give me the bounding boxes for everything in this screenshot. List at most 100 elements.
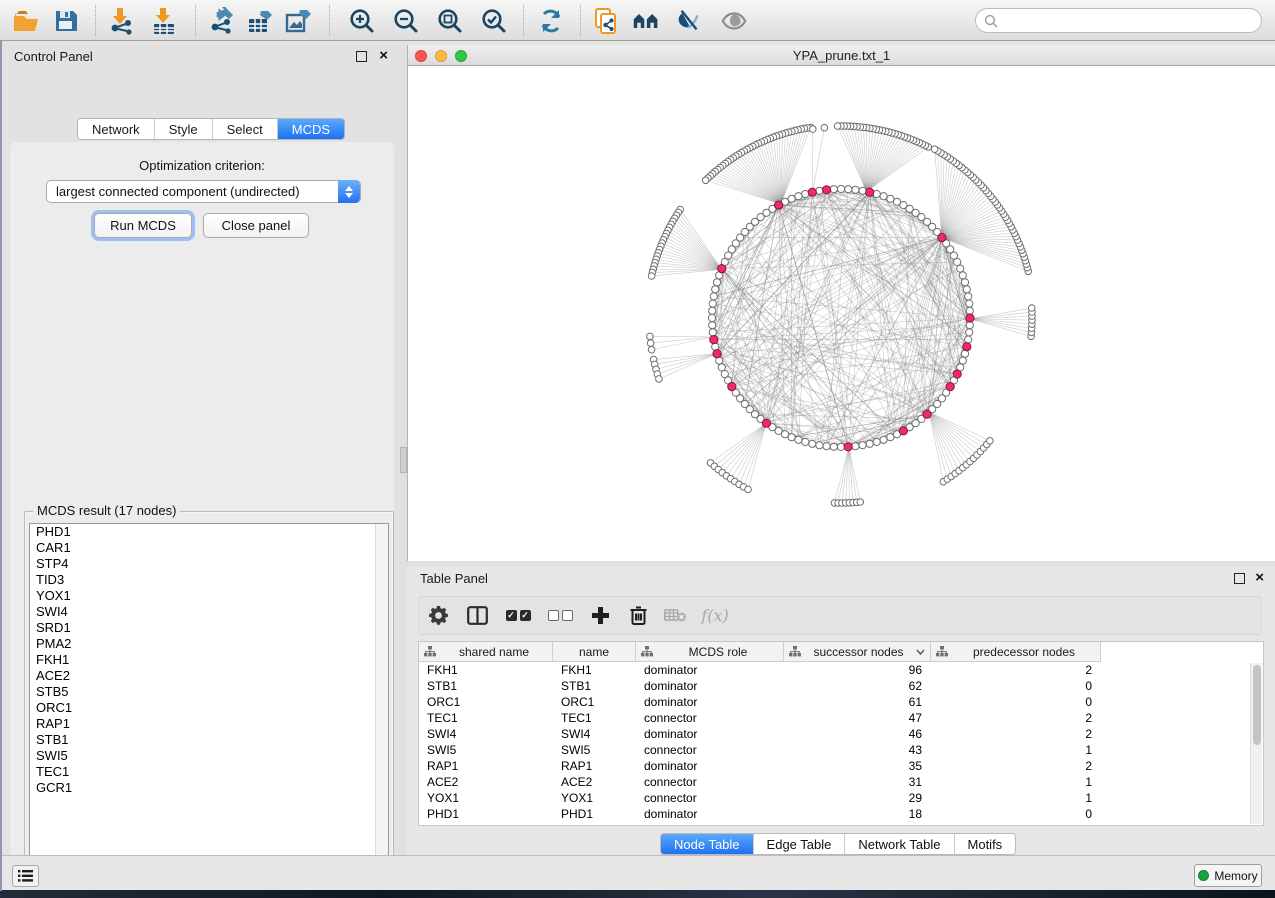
dropdown-stepper-icon[interactable] <box>338 180 360 203</box>
table-row[interactable]: FKH1FKH1dominator962 <box>419 662 1263 678</box>
run-mcds-button[interactable]: Run MCDS <box>94 213 192 238</box>
tab-network[interactable]: Network <box>78 119 155 139</box>
mcds-result-item[interactable]: STP4 <box>30 556 388 572</box>
column-header-name[interactable]: name <box>553 642 636 662</box>
mcds-result-list[interactable]: PHD1CAR1STP4TID3YOX1SWI4SRD1PMA2FKH1ACE2… <box>29 523 389 879</box>
mcds-result-item[interactable]: YOX1 <box>30 588 388 604</box>
mcds-result-item[interactable]: SWI5 <box>30 748 388 764</box>
mcds-result-item[interactable]: ACE2 <box>30 668 388 684</box>
optimization-criterion-label: Optimization criterion: <box>10 158 394 173</box>
column-header-predecessor-nodes[interactable]: predecessor nodes <box>931 642 1101 662</box>
mcds-result-item[interactable]: STB1 <box>30 732 388 748</box>
table-cell: SWI5 <box>419 742 553 758</box>
function-builder-icon[interactable]: f(x) <box>693 602 737 630</box>
mcds-result-item[interactable]: SRD1 <box>30 620 388 636</box>
table-row[interactable]: ACE2ACE2connector311 <box>419 774 1263 790</box>
tab-style[interactable]: Style <box>155 119 213 139</box>
add-column-icon[interactable] <box>581 602 619 630</box>
delete-column-icon[interactable] <box>619 602 657 630</box>
network-graph-canvas[interactable] <box>408 66 1275 561</box>
table-scrollbar[interactable] <box>1250 663 1262 824</box>
tab-node-table[interactable]: Node Table <box>661 834 754 854</box>
open-session-icon[interactable] <box>12 7 40 35</box>
mcds-result-item[interactable]: PHD1 <box>30 524 388 540</box>
network-window-titlebar[interactable]: YPA_prune.txt_1 <box>408 45 1275 66</box>
table-cell: 2 <box>931 710 1101 726</box>
table-cell: 61 <box>784 694 931 710</box>
tab-motifs[interactable]: Motifs <box>955 834 1016 854</box>
table-row[interactable]: SWI4SWI4dominator462 <box>419 726 1263 742</box>
table-row[interactable]: STB1STB1dominator620 <box>419 678 1263 694</box>
table-cell: 2 <box>931 726 1101 742</box>
mcds-result-item[interactable]: CAR1 <box>30 540 388 556</box>
mcds-result-item[interactable]: RAP1 <box>30 716 388 732</box>
gear-icon[interactable] <box>419 602 457 630</box>
save-session-icon[interactable] <box>52 7 80 35</box>
zoom-in-icon[interactable] <box>348 7 376 35</box>
chevron-down-icon[interactable] <box>916 649 925 655</box>
table-row[interactable]: SWI5SWI5connector431 <box>419 742 1263 758</box>
table-cell: FKH1 <box>419 662 553 678</box>
tab-edge-table[interactable]: Edge Table <box>754 834 846 854</box>
mcds-list-scrollbar[interactable] <box>375 524 388 878</box>
table-cell: 31 <box>784 774 931 790</box>
mcds-result-item[interactable]: TEC1 <box>30 764 388 780</box>
show-details-icon[interactable] <box>720 7 748 35</box>
zoom-fit-icon[interactable] <box>436 7 464 35</box>
column-header-MCDS-role[interactable]: MCDS role <box>636 642 784 662</box>
table-row[interactable]: ORC1ORC1dominator610 <box>419 694 1263 710</box>
export-network-icon[interactable] <box>208 7 236 35</box>
float-table-panel-icon[interactable] <box>1234 573 1245 584</box>
zoom-out-icon[interactable] <box>392 7 420 35</box>
delete-table-icon[interactable] <box>657 602 693 630</box>
table-scrollbar-thumb[interactable] <box>1253 665 1261 745</box>
copy-network-icon[interactable] <box>592 7 620 35</box>
mcds-result-item[interactable]: ORC1 <box>30 700 388 716</box>
table-cell: 43 <box>784 742 931 758</box>
main-toolbar <box>0 0 1275 41</box>
select-all-icon[interactable]: ✓✓ <box>497 602 539 630</box>
zoom-selected-icon[interactable] <box>480 7 508 35</box>
criterion-dropdown[interactable]: largest connected component (undirected) <box>46 180 361 203</box>
column-header-shared-name[interactable]: shared name <box>419 642 553 662</box>
mcds-result-item[interactable]: PMA2 <box>30 636 388 652</box>
refresh-layout-icon[interactable] <box>537 7 565 35</box>
float-panel-icon[interactable] <box>356 51 367 62</box>
close-panel-button[interactable]: Close panel <box>203 213 309 238</box>
tab-network-table[interactable]: Network Table <box>845 834 954 854</box>
splitter-grip[interactable] <box>400 447 407 473</box>
import-network-icon[interactable] <box>108 7 136 35</box>
export-table-icon[interactable] <box>246 7 274 35</box>
mcds-result-item[interactable]: STB5 <box>30 684 388 700</box>
birds-eye-icon[interactable] <box>632 7 660 35</box>
table-row[interactable]: YOX1YOX1connector291 <box>419 790 1263 806</box>
tab-mcds[interactable]: MCDS <box>278 119 344 139</box>
export-image-icon[interactable] <box>284 7 312 35</box>
mcds-result-item[interactable]: SWI4 <box>30 604 388 620</box>
hierarchy-icon <box>789 646 801 657</box>
table-row[interactable]: TEC1TEC1connector472 <box>419 710 1263 726</box>
mcds-result-item[interactable]: GCR1 <box>30 780 388 796</box>
table-cell: dominator <box>636 694 784 710</box>
split-columns-icon[interactable] <box>457 602 497 630</box>
task-history-button[interactable] <box>12 865 39 887</box>
desktop-background-bottom <box>0 890 1275 898</box>
table-cell: FKH1 <box>553 662 636 678</box>
column-header-successor-nodes[interactable]: successor nodes <box>784 642 931 662</box>
table-toolbar: ✓✓ f(x) <box>418 596 1262 635</box>
memory-button[interactable]: Memory <box>1194 864 1262 887</box>
deselect-all-icon[interactable] <box>539 602 581 630</box>
tab-select[interactable]: Select <box>213 119 278 139</box>
close-table-panel-icon[interactable]: × <box>1255 568 1264 588</box>
hide-details-icon[interactable] <box>676 7 704 35</box>
hierarchy-icon <box>936 646 948 657</box>
table-row[interactable]: RAP1RAP1dominator352 <box>419 758 1263 774</box>
mcds-result-item[interactable]: FKH1 <box>30 652 388 668</box>
close-panel-icon[interactable]: × <box>379 46 388 66</box>
table-cell: 47 <box>784 710 931 726</box>
mcds-result-item[interactable]: TID3 <box>30 572 388 588</box>
search-input[interactable] <box>975 8 1262 33</box>
table-row[interactable]: PHD1PHD1dominator180 <box>419 806 1263 822</box>
import-table-icon[interactable] <box>150 7 178 35</box>
vertical-splitter[interactable] <box>400 45 407 855</box>
